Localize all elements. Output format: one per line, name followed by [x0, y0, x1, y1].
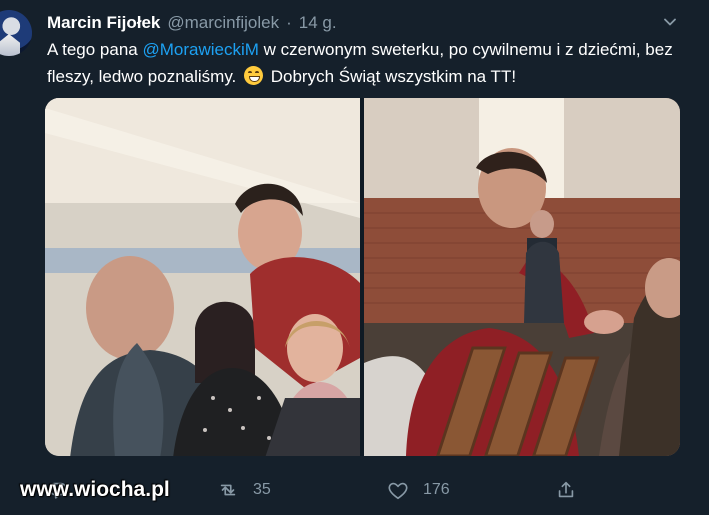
emoji-smile	[249, 76, 261, 82]
retweet-button[interactable]: 35	[217, 476, 271, 504]
tweet-header: Marcin Fijołek @marcinfijolek · 14 g.	[47, 12, 337, 34]
retweet-icon	[220, 484, 236, 496]
retweet-count: 35	[253, 481, 271, 498]
photo-left[interactable]	[45, 98, 360, 456]
share-icon	[558, 481, 574, 498]
grinning-emoji-icon	[244, 66, 264, 85]
photo-right[interactable]	[364, 98, 680, 456]
tweet-time[interactable]: 14 g.	[299, 13, 337, 33]
meta-separator: ·	[286, 13, 292, 32]
tweet-text: A tego pana @MorawieckiM w czerwonym swe…	[47, 36, 687, 90]
author-name[interactable]: Marcin Fijołek	[47, 13, 160, 33]
media-grid	[45, 98, 680, 456]
chevron-down-icon[interactable]	[664, 16, 676, 28]
tweet-text-part-1: A tego pana	[47, 40, 143, 59]
photo-right-image	[364, 98, 680, 456]
mention-link[interactable]: @MorawieckiM	[142, 40, 258, 59]
heart-icon	[388, 482, 408, 500]
tweet-text-part-3: Dobrych Świąt wszystkim na TT!	[270, 67, 517, 86]
avatar-figure	[0, 34, 20, 56]
like-count: 176	[423, 481, 450, 498]
share-button[interactable]	[555, 476, 591, 504]
tweet[interactable]: Marcin Fijołek @marcinfijolek · 14 g. A …	[0, 0, 709, 515]
photo-left-image	[45, 98, 360, 456]
avatar[interactable]	[0, 10, 32, 56]
like-button[interactable]: 176	[387, 476, 450, 504]
author-handle[interactable]: @marcinfijolek	[167, 13, 279, 33]
watermark: www.wiocha.pl	[20, 478, 170, 501]
